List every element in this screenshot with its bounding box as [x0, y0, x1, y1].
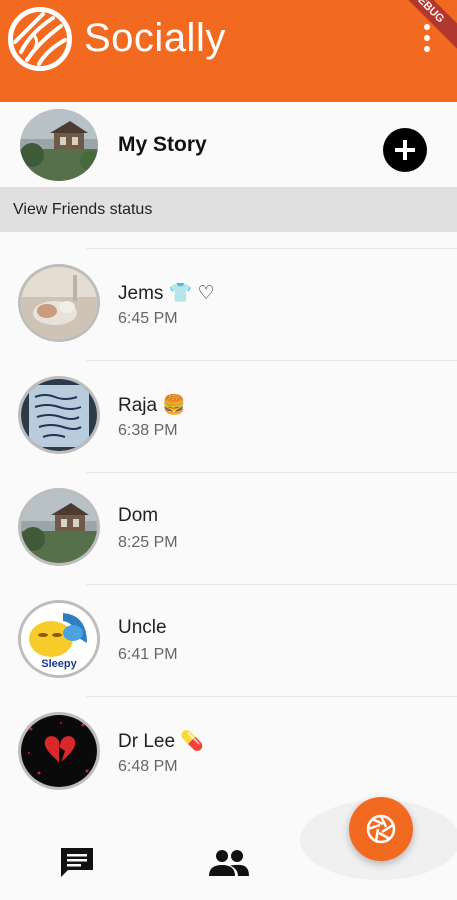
my-story-label: My Story — [118, 133, 207, 156]
divider — [86, 696, 457, 697]
friend-name: Raja 🍔 — [118, 395, 187, 416]
status-time: 6:41 PM — [118, 646, 178, 663]
friend-name: Uncle — [118, 617, 167, 638]
status-time: 6:38 PM — [118, 422, 178, 439]
friends-status-header: View Friends status — [0, 187, 457, 232]
avatar: Sleepy — [18, 600, 100, 678]
friends-status-label: View Friends status — [13, 201, 153, 218]
status-time: 6:45 PM — [118, 310, 178, 327]
avatar — [18, 712, 100, 790]
divider — [86, 360, 457, 361]
add-circle-icon[interactable] — [383, 128, 427, 172]
my-story-row[interactable]: My Story — [0, 102, 457, 187]
list-item[interactable]: Dom 8:25 PM — [0, 472, 457, 584]
list-item[interactable]: Dr Lee 💊 6:48 PM — [0, 696, 457, 808]
divider — [86, 584, 457, 585]
list-item[interactable]: Raja 🍔 6:38 PM — [0, 360, 457, 472]
app-bar: Socially DEBUG — [0, 0, 457, 102]
people-icon[interactable] — [208, 848, 250, 878]
my-story-avatar — [20, 109, 98, 181]
status-time: 6:48 PM — [118, 758, 178, 775]
chat-icon[interactable] — [58, 846, 96, 880]
list-item[interactable]: Jems 👕 ♡ 6:45 PM — [0, 248, 457, 360]
avatar — [18, 488, 100, 566]
list-item[interactable]: Sleepy Uncle 6:41 PM — [0, 584, 457, 696]
app-title: Socially — [84, 16, 226, 60]
avatar — [18, 264, 100, 342]
socially-logo-icon — [8, 7, 72, 71]
camera-shutter-icon[interactable] — [349, 797, 413, 861]
status-time: 8:25 PM — [118, 534, 178, 551]
divider — [86, 248, 457, 249]
friend-name: Dr Lee 💊 — [118, 731, 204, 752]
sleepy-caption: Sleepy — [41, 658, 77, 670]
friend-name: Jems 👕 ♡ — [118, 283, 215, 304]
avatar — [18, 376, 100, 454]
divider — [86, 472, 457, 473]
friend-name: Dom — [118, 505, 159, 526]
friends-status-list: Jems 👕 ♡ 6:45 PM Raja 🍔 6:38 PM Dom 8:25… — [0, 248, 457, 808]
